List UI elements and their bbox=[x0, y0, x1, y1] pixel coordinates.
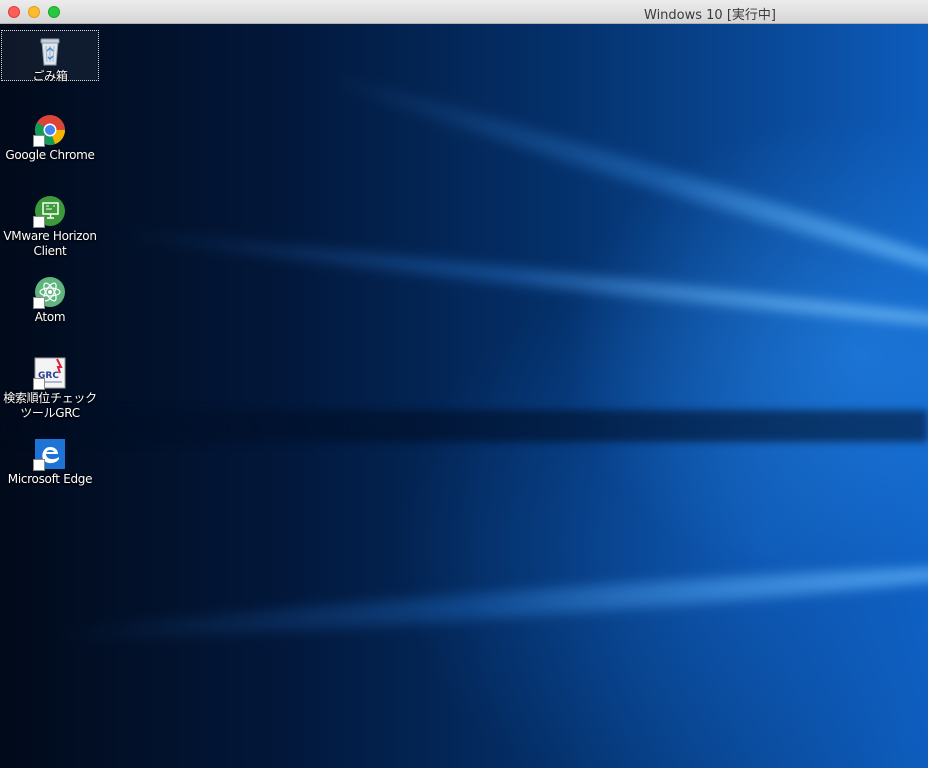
close-button[interactable] bbox=[8, 6, 20, 18]
grc-icon: GRC bbox=[33, 356, 67, 390]
vm-window: Windows 10 [実行中] ごみ箱 Google Chrome VMwar… bbox=[0, 0, 928, 768]
desktop-icon-atom[interactable]: Atom bbox=[1, 272, 99, 325]
wallpaper-shadow-band bbox=[0, 410, 928, 442]
shortcut-arrow-icon bbox=[33, 459, 45, 471]
shortcut-arrow-icon bbox=[33, 297, 45, 309]
vmware-horizon-icon bbox=[33, 194, 67, 228]
minimize-button[interactable] bbox=[28, 6, 40, 18]
shortcut-arrow-icon bbox=[33, 216, 45, 228]
desktop-icon-label: ごみ箱 bbox=[32, 69, 68, 83]
chrome-icon bbox=[33, 113, 67, 147]
shortcut-arrow-icon bbox=[33, 378, 45, 390]
window-title: Windows 10 [実行中] bbox=[644, 8, 776, 23]
desktop-icon-label: Google Chrome bbox=[5, 148, 95, 162]
desktop-icon-recycle-bin[interactable]: ごみ箱 bbox=[1, 30, 99, 83]
desktop-icon-label: Atom bbox=[34, 310, 66, 324]
title-bar[interactable]: Windows 10 [実行中] bbox=[0, 0, 928, 24]
desktop-icon-label: VMware Horizon Client bbox=[3, 229, 97, 258]
desktop-icon-grc[interactable]: GRC 検索順位チェックツールGRC bbox=[1, 353, 99, 421]
desktop[interactable]: ごみ箱 Google Chrome VMware Horizon Client … bbox=[0, 24, 928, 768]
desktop-icon-vmware-horizon[interactable]: VMware Horizon Client bbox=[1, 191, 99, 259]
desktop-icon-label: Microsoft Edge bbox=[7, 472, 93, 486]
window-controls bbox=[8, 6, 60, 18]
desktop-icon-microsoft-edge[interactable]: Microsoft Edge bbox=[1, 434, 99, 487]
recycle-bin-icon bbox=[33, 34, 67, 68]
wallpaper-light-beam bbox=[99, 224, 928, 335]
shortcut-arrow-icon bbox=[33, 135, 45, 147]
edge-icon bbox=[33, 437, 67, 471]
atom-icon bbox=[33, 275, 67, 309]
desktop-icon-label: 検索順位チェックツールGRC bbox=[3, 391, 97, 420]
maximize-button[interactable] bbox=[48, 6, 60, 18]
desktop-icon-google-chrome[interactable]: Google Chrome bbox=[1, 110, 99, 163]
wallpaper-light-beam bbox=[39, 557, 928, 650]
